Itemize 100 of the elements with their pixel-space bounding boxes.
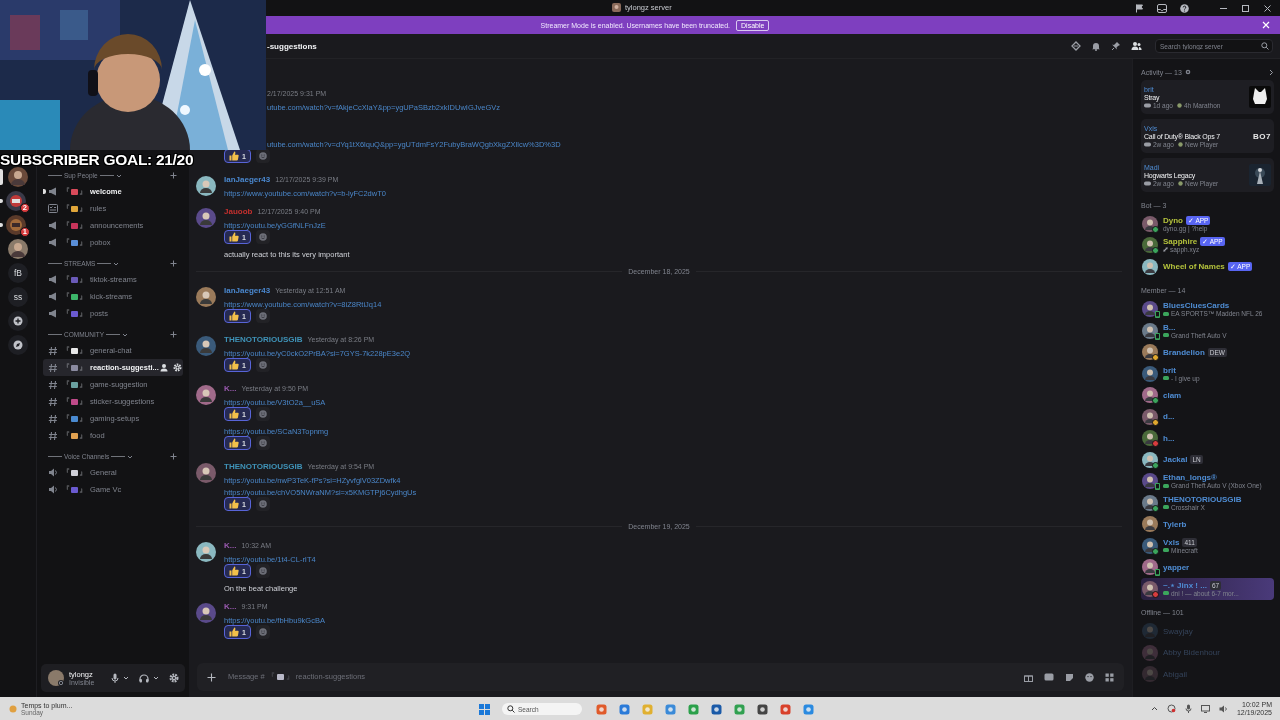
chevron-icon[interactable] <box>1150 706 1158 711</box>
member-name[interactable]: brit <box>1163 365 1176 375</box>
username[interactable]: THENOTORIOUSGIB <box>224 335 303 345</box>
member-name[interactable]: Jackal <box>1163 455 1188 465</box>
member-item[interactable]: yapper <box>1141 556 1274 578</box>
add-reaction-button[interactable] <box>255 564 270 578</box>
member-avatar[interactable] <box>1142 215 1158 232</box>
member-name[interactable]: Brandelion <box>1163 347 1205 357</box>
settings-icon[interactable] <box>172 363 182 372</box>
member-name[interactable]: Wheel of Names <box>1163 262 1225 272</box>
username[interactable]: Jauoob <box>224 207 253 217</box>
threads-icon[interactable] <box>1071 41 1081 51</box>
microphone-icon[interactable] <box>1184 704 1192 713</box>
close-button[interactable] <box>1263 3 1272 13</box>
headphones-icon[interactable] <box>139 673 149 683</box>
member-item[interactable]: d... <box>1141 406 1274 428</box>
add-member-icon[interactable] <box>159 363 169 372</box>
server-avatar[interactable] <box>8 239 28 259</box>
add-reaction-button[interactable] <box>255 407 270 421</box>
member-avatar[interactable] <box>1142 473 1158 490</box>
help-icon[interactable] <box>1180 3 1189 13</box>
pin-icon[interactable] <box>1111 41 1121 51</box>
chevron-icon[interactable] <box>113 260 120 267</box>
member-name[interactable]: clam <box>1163 390 1182 400</box>
member-avatar[interactable] <box>1142 365 1158 382</box>
add-reaction-button[interactable] <box>255 309 270 323</box>
member-avatar[interactable] <box>1142 580 1158 597</box>
add-reaction-button[interactable] <box>255 230 270 244</box>
app-icon[interactable] <box>619 703 630 715</box>
app-icon[interactable] <box>780 703 791 715</box>
member-name[interactable]: BluesCluesCards <box>1163 301 1230 311</box>
member-avatar[interactable] <box>1142 516 1158 533</box>
username[interactable]: K... <box>224 602 237 612</box>
microphone-icon[interactable] <box>111 673 119 683</box>
plus-icon[interactable] <box>170 260 177 267</box>
user-avatar[interactable] <box>196 542 216 562</box>
apps-icon[interactable] <box>1105 672 1114 682</box>
add-reaction-button[interactable] <box>255 625 270 639</box>
add-reaction-button[interactable] <box>255 497 270 511</box>
user-avatar[interactable] <box>196 208 216 228</box>
member-avatar[interactable] <box>1142 387 1158 404</box>
member-item[interactable]: clam <box>1141 384 1274 406</box>
caret-icon[interactable] <box>123 675 129 681</box>
member-name[interactable]: B... <box>1163 322 1176 332</box>
chevron-icon[interactable] <box>1269 68 1274 76</box>
member-avatar[interactable] <box>1142 301 1158 318</box>
member-avatar[interactable] <box>1142 322 1158 339</box>
plus-icon[interactable] <box>170 453 177 460</box>
username[interactable]: K... <box>224 384 237 394</box>
plus-icon[interactable] <box>207 672 216 682</box>
member-avatar[interactable] <box>1142 258 1158 275</box>
username[interactable]: IanJaeger43 <box>224 175 271 185</box>
display-icon[interactable] <box>1200 704 1210 713</box>
member-item[interactable]: h... <box>1141 427 1274 449</box>
member-name[interactable]: THENOTORIOUSGIB <box>1163 494 1242 504</box>
compass-icon[interactable] <box>8 335 28 355</box>
member-name[interactable]: Dyno <box>1163 215 1183 225</box>
member-name[interactable]: Ethan_longs® <box>1163 473 1217 483</box>
server-icon[interactable]: fB <box>8 263 28 283</box>
username[interactable]: THENOTORIOUSGIB <box>224 462 303 472</box>
volume-icon[interactable] <box>1218 704 1228 713</box>
member-name[interactable]: Tylerb <box>1163 519 1187 529</box>
inbox-icon[interactable] <box>1157 3 1167 13</box>
member-name[interactable]: d... <box>1163 412 1175 422</box>
gif-icon[interactable] <box>1044 673 1054 681</box>
server-avatar[interactable] <box>8 167 28 187</box>
add-reaction-button[interactable] <box>255 436 270 450</box>
member-name[interactable]: Vxls <box>1163 537 1180 547</box>
member-avatar[interactable] <box>1142 537 1158 554</box>
user-avatar[interactable] <box>196 287 216 307</box>
member-avatar[interactable] <box>1142 408 1158 425</box>
emoji-picker-icon[interactable] <box>1085 672 1094 682</box>
start-icon[interactable] <box>479 703 490 715</box>
add-server-icon[interactable] <box>8 311 28 331</box>
user-avatar[interactable] <box>196 336 216 356</box>
member-avatar[interactable] <box>1142 430 1158 447</box>
username[interactable]: IanJaeger43 <box>224 286 271 296</box>
maximize-button[interactable] <box>1241 3 1250 13</box>
caret-icon[interactable] <box>153 675 159 681</box>
chevron-icon[interactable] <box>127 453 134 460</box>
server-icon[interactable]: ss <box>8 287 28 307</box>
member-avatar[interactable] <box>1142 451 1158 468</box>
plus-icon[interactable] <box>170 172 177 179</box>
member-name[interactable]: h... <box>1163 433 1175 443</box>
username[interactable]: K... <box>224 541 237 551</box>
sticker-icon[interactable] <box>1065 672 1074 682</box>
add-reaction-button[interactable] <box>255 358 270 372</box>
member-name[interactable]: ~.⋆ Jinx ! ... <box>1163 580 1207 590</box>
chevron-icon[interactable] <box>115 172 122 179</box>
member-avatar[interactable] <box>1142 237 1158 254</box>
member-avatar[interactable] <box>1142 494 1158 511</box>
plus-icon[interactable] <box>170 331 177 338</box>
close-icon[interactable] <box>1262 21 1270 29</box>
member-avatar[interactable] <box>1142 344 1158 361</box>
user-avatar[interactable] <box>196 176 216 196</box>
chevron-icon[interactable] <box>122 331 129 338</box>
settings-icon[interactable] <box>169 673 179 683</box>
member-name[interactable]: yapper <box>1163 562 1190 572</box>
app-icon[interactable] <box>711 703 722 715</box>
members-icon[interactable] <box>1131 41 1142 51</box>
